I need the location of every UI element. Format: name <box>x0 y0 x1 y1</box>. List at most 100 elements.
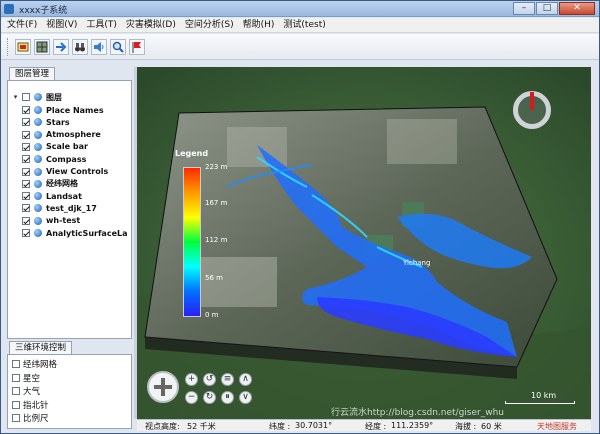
tab-layer-management[interactable]: 图层管理 <box>9 67 56 80</box>
elevation-up-button[interactable]: ∧ <box>239 373 252 386</box>
tree-root[interactable]: ▾ 图层 <box>12 91 62 103</box>
collapse-icon[interactable]: ▾ <box>12 93 19 101</box>
status-bar: 视点高度: 52 千米 纬度 : 30.7031° 经度 : 111.2359°… <box>137 419 591 431</box>
tab-3d-environment[interactable]: 三维环境控制 <box>9 341 73 354</box>
tilt-down-button[interactable]: ⏸ <box>221 391 234 404</box>
layer-checkbox[interactable] <box>22 229 30 237</box>
layer-item[interactable]: wh-test <box>22 215 80 227</box>
layer-checkbox[interactable] <box>22 130 30 139</box>
layer-label: Stars <box>46 117 70 127</box>
globe-icon <box>34 106 42 114</box>
layer-checkbox[interactable] <box>22 167 30 176</box>
layer-checkbox[interactable] <box>22 118 30 127</box>
layer-checkbox[interactable] <box>22 216 30 225</box>
env-label: 指北针 <box>23 400 49 411</box>
layer-item[interactable]: Compass <box>22 153 86 165</box>
altitude-value: 52 千米 <box>187 422 216 431</box>
menu-spatial-analysis[interactable]: 空间分析(S) <box>185 18 234 32</box>
magnifier-icon[interactable] <box>110 38 126 55</box>
elevation-down-button[interactable]: ∨ <box>239 391 252 404</box>
layer-item[interactable]: Atmosphere <box>22 129 101 141</box>
zoom-out-button[interactable]: − <box>185 391 198 404</box>
legend-tick: 167 m <box>205 199 228 207</box>
menu-view[interactable]: 视图(V) <box>46 18 77 32</box>
env-label: 星空 <box>23 373 41 384</box>
env-label: 经纬网格 <box>23 360 58 370</box>
zoom-in-button[interactable]: + <box>185 373 198 386</box>
env-checkbox[interactable] <box>12 387 20 395</box>
layer-item[interactable]: Stars <box>22 116 70 128</box>
place-label: Yichang <box>402 259 430 267</box>
layer-checkbox[interactable] <box>22 142 30 151</box>
globe-icon <box>34 216 42 225</box>
menu-disaster-sim[interactable]: 灾害模拟(D) <box>126 18 176 32</box>
compass-icon[interactable] <box>513 91 551 129</box>
arrow-icon[interactable] <box>53 38 69 55</box>
left-panel: 图层管理 ▾ 图层 Place Names Stars Atmosphere Scal… <box>7 67 132 429</box>
layer-item[interactable]: Landsat <box>22 190 82 202</box>
app-window: xxxx子系统 – □ ✕ 文件(F) 视图(V) 工具(T) 灾害模拟(D) … <box>0 0 600 434</box>
env-label: 大气 <box>23 387 41 397</box>
layer-label: 经纬网格 <box>46 179 78 189</box>
layer-checkbox[interactable] <box>22 204 30 213</box>
rotate-left-button[interactable]: ↺ <box>203 373 216 386</box>
latitude-value: 30.7031° <box>295 421 333 430</box>
longitude-value: 111.2359° <box>391 421 434 430</box>
close-button[interactable]: ✕ <box>559 2 595 15</box>
env-option[interactable]: 大气 <box>12 385 40 397</box>
layer-item[interactable]: View Controls <box>22 166 108 178</box>
menu-test[interactable]: 测试(test) <box>283 18 325 32</box>
legend-tick: 0 m <box>205 311 219 319</box>
layer-item[interactable]: AnalyticSurfaceLa <box>22 227 128 239</box>
env-checkbox[interactable] <box>12 414 20 422</box>
layer-label: wh-test <box>46 216 81 226</box>
minimize-button[interactable]: – <box>513 2 535 15</box>
layer-checkbox[interactable] <box>22 106 30 114</box>
flag-icon[interactable] <box>129 38 145 55</box>
env-checkbox[interactable] <box>12 373 20 382</box>
title-bar: xxxx子系统 – □ ✕ <box>1 1 599 17</box>
menu-bar: 文件(F) 视图(V) 工具(T) 灾害模拟(D) 空间分析(S) 帮助(H) … <box>1 18 599 33</box>
globe-icon <box>34 229 42 237</box>
pan-control[interactable] <box>147 371 179 403</box>
env-checkbox[interactable] <box>12 400 20 409</box>
layer-item[interactable]: test_djk_17 <box>22 202 97 214</box>
tilt-up-button[interactable]: ≡ <box>221 373 234 386</box>
scale-label: 10 km <box>531 391 557 400</box>
rotate-right-button[interactable]: ↻ <box>203 391 216 404</box>
latitude-label: 纬度 : <box>269 422 291 431</box>
cloud-patch <box>387 119 457 164</box>
speaker-icon[interactable] <box>91 38 107 55</box>
globe-icon <box>34 118 42 127</box>
toolbar <box>1 34 599 60</box>
env-option[interactable]: 经纬网格 <box>12 358 57 370</box>
menu-tools[interactable]: 工具(T) <box>86 18 117 32</box>
layer-item[interactable]: 经纬网格 <box>22 178 78 190</box>
pan-cross-icon <box>161 378 165 396</box>
menu-file[interactable]: 文件(F) <box>7 18 37 32</box>
layer-checkbox[interactable] <box>22 192 30 201</box>
globe-icon <box>34 93 42 101</box>
binoculars-icon[interactable] <box>72 38 88 55</box>
root-checkbox[interactable] <box>22 93 30 101</box>
env-option[interactable]: 指北针 <box>12 399 49 411</box>
env-label: 比例尺 <box>23 414 49 424</box>
grid-icon[interactable] <box>34 38 50 55</box>
layer-item[interactable]: Scale bar <box>22 141 88 153</box>
app-icon <box>4 4 14 14</box>
layer-checkbox[interactable] <box>22 179 30 188</box>
watermark-text: 行云流水http://blog.csdn.net/giser_whu <box>331 408 504 418</box>
layer-icon[interactable] <box>15 38 31 55</box>
scale-bar: 10 km <box>505 391 575 405</box>
toolbar-grip[interactable] <box>7 37 9 56</box>
longitude-label: 经度 : <box>365 422 387 431</box>
env-option[interactable]: 比例尺 <box>12 412 49 424</box>
env-option[interactable]: 星空 <box>12 372 40 384</box>
menu-help[interactable]: 帮助(H) <box>243 18 275 32</box>
env-checkbox[interactable] <box>12 360 20 368</box>
layer-label: Atmosphere <box>46 130 101 140</box>
layer-item[interactable]: Place Names <box>22 104 104 116</box>
layer-checkbox[interactable] <box>22 155 30 164</box>
window-controls: – □ ✕ <box>512 2 595 16</box>
maximize-button[interactable]: □ <box>536 2 558 15</box>
